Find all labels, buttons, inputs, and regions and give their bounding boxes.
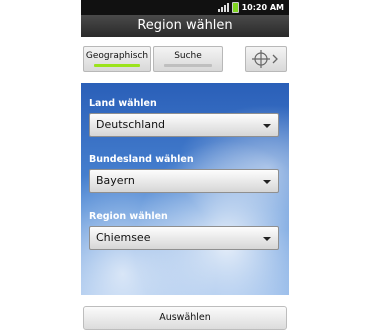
tab-selected-indicator xyxy=(94,64,140,67)
dropdown-arrow-icon xyxy=(263,124,271,128)
select-button[interactable]: Auswählen xyxy=(83,306,287,330)
tab-label: Suche xyxy=(174,51,202,61)
tab-indicator xyxy=(164,64,212,67)
region-select[interactable]: Chiemsee xyxy=(89,226,279,250)
signal-icon xyxy=(217,3,229,12)
country-label: Land wählen xyxy=(89,98,157,109)
page-title: Region wählen xyxy=(81,15,289,38)
toolbar: Geographisch Suche xyxy=(81,37,289,83)
status-time: 10:20 AM xyxy=(241,3,284,12)
country-value: Deutschland xyxy=(96,118,166,131)
locate-button[interactable] xyxy=(245,46,287,72)
region-label: Region wählen xyxy=(89,211,168,222)
battery-icon xyxy=(231,2,239,13)
app-screen: 10:20 AM Region wählen Geographisch Such… xyxy=(81,0,289,333)
tab-label: Geographisch xyxy=(85,51,149,61)
form-panel: Land wählen Deutschland Bundesland wähle… xyxy=(81,83,289,295)
state-value: Bayern xyxy=(96,174,135,187)
dropdown-arrow-icon xyxy=(263,237,271,241)
status-bar: 10:20 AM xyxy=(81,0,289,15)
state-label: Bundesland wählen xyxy=(89,154,194,165)
state-select[interactable]: Bayern xyxy=(89,169,279,193)
country-select[interactable]: Deutschland xyxy=(89,113,279,137)
tab-suche[interactable]: Suche xyxy=(153,46,223,72)
crosshair-icon xyxy=(252,50,278,68)
tab-geographisch[interactable]: Geographisch xyxy=(83,46,151,72)
chevron-right-icon xyxy=(272,54,278,64)
region-value: Chiemsee xyxy=(96,231,151,244)
dropdown-arrow-icon xyxy=(263,180,271,184)
